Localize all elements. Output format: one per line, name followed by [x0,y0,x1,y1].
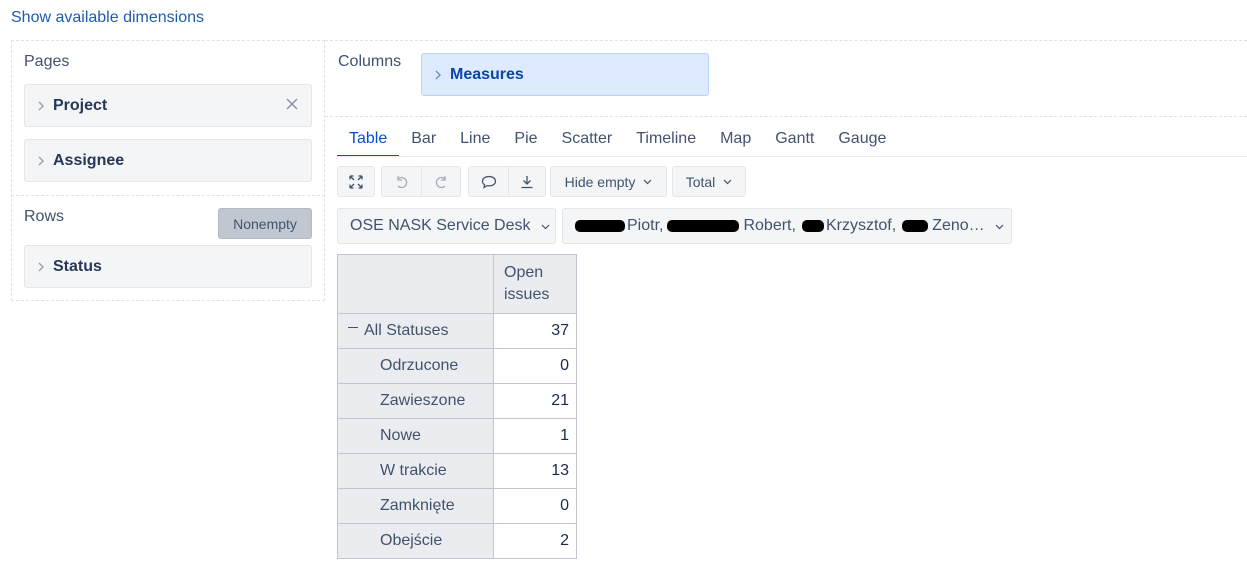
assignee-filter-dropdown[interactable]: Piotr, Robert, Krzysztof, Zeno… [562,208,1012,244]
tab-scatter[interactable]: Scatter [550,128,625,157]
tab-pie[interactable]: Pie [502,128,549,157]
download-button[interactable] [508,166,546,197]
project-filter-dropdown[interactable]: OSE NASK Service Desk [337,208,556,244]
column-dimension-measures[interactable]: Measures [421,53,709,96]
dimension-label: Measures [450,65,524,83]
rows-label: Rows [24,208,65,225]
row-header[interactable]: Obejście [337,523,494,559]
undo-button[interactable] [381,166,421,197]
tab-line[interactable]: Line [448,128,502,157]
redacted-block [902,220,929,232]
collapse-icon[interactable] [348,327,358,329]
row-header[interactable]: Odrzucone [337,348,494,384]
undo-icon [396,175,407,188]
redo-icon [435,175,446,188]
value-cell[interactable]: 0 [493,488,577,524]
corner-cell [337,254,494,314]
table-row: Odrzucone 0 [337,348,577,384]
hide-empty-dropdown[interactable]: Hide empty [550,166,667,197]
row-label: All Statuses [364,322,449,339]
row-header[interactable]: Zamknięte [337,488,494,524]
panel-divider [11,195,325,196]
expand-icon [349,174,363,189]
tab-map[interactable]: Map [708,128,763,157]
redo-button[interactable] [421,166,461,197]
chevron-down-icon [541,217,550,235]
assignee-name: Zeno… [932,217,985,234]
project-filter-value: OSE NASK Service Desk [350,217,531,234]
download-icon [521,175,533,188]
chevron-down-icon [643,179,652,185]
row-header[interactable]: Nowe [337,418,494,454]
table-row: Zamknięte 0 [337,488,577,524]
dimension-label: Status [53,257,102,275]
assignee-name: Piotr, [627,217,664,234]
value-cell[interactable]: 37 [493,313,577,349]
table-row: All Statuses 37 [337,313,577,349]
chevron-right-icon[interactable] [434,70,442,80]
comment-button[interactable] [468,166,508,197]
tab-bar[interactable]: Bar [399,128,448,157]
row-dimension-status[interactable]: Status [24,245,312,288]
show-available-dimensions-link[interactable]: Show available dimensions [11,9,204,27]
comment-icon [481,175,496,189]
report-table: Open issues All Statuses 37 Odrzucone 0 … [337,254,577,559]
value-cell[interactable]: 1 [493,418,577,454]
chevron-right-icon[interactable] [37,101,45,111]
tabs-divider [337,156,1247,157]
value-cell[interactable]: 2 [493,523,577,559]
assignee-name: Krzysztof, [825,217,897,234]
row-header[interactable]: W trakcie [337,453,494,489]
table-row: Obejście 2 [337,523,577,559]
table-header-row: Open issues [337,254,577,314]
row-header[interactable]: Zawieszone [337,383,494,419]
table-row: Nowe 1 [337,418,577,454]
columns-label: Columns [338,53,402,70]
page-dimension-project[interactable]: Project [24,84,312,127]
value-cell[interactable]: 21 [493,383,577,419]
tab-timeline[interactable]: Timeline [624,128,708,157]
chart-type-tabs: Table Bar Line Pie Scatter Timeline Map … [337,128,898,158]
column-header-line: issues [504,286,550,303]
pages-label: Pages [24,53,70,70]
chevron-down-icon [995,217,1004,235]
column-header-line: Open [504,264,544,281]
close-icon[interactable] [285,97,299,111]
chevron-right-icon[interactable] [37,156,45,166]
tab-gauge[interactable]: Gauge [826,128,898,157]
tab-table[interactable]: Table [337,128,400,157]
chevron-down-icon [723,179,732,185]
expand-button[interactable] [337,166,375,197]
total-dropdown[interactable]: Total [672,166,746,197]
page-dimension-assignee[interactable]: Assignee [24,139,312,182]
tab-gantt[interactable]: Gantt [763,128,826,157]
column-header-open-issues[interactable]: Open issues [493,254,577,314]
redacted-block [575,220,625,232]
redacted-block [667,220,740,232]
table-row: Zawieszone 21 [337,383,577,419]
dimension-label: Assignee [53,151,125,169]
assignee-name: Robert, [743,217,796,234]
row-header-all-statuses[interactable]: All Statuses [337,313,494,349]
nonempty-button[interactable]: Nonempty [218,208,312,239]
dimension-label: Project [53,96,108,114]
hide-empty-label: Hide empty [564,173,636,190]
value-cell[interactable]: 0 [493,348,577,384]
value-cell[interactable]: 13 [493,453,577,489]
redacted-block [801,220,824,232]
total-label: Total [685,173,716,190]
table-row: W trakcie 13 [337,453,577,489]
chevron-right-icon[interactable] [37,262,45,272]
